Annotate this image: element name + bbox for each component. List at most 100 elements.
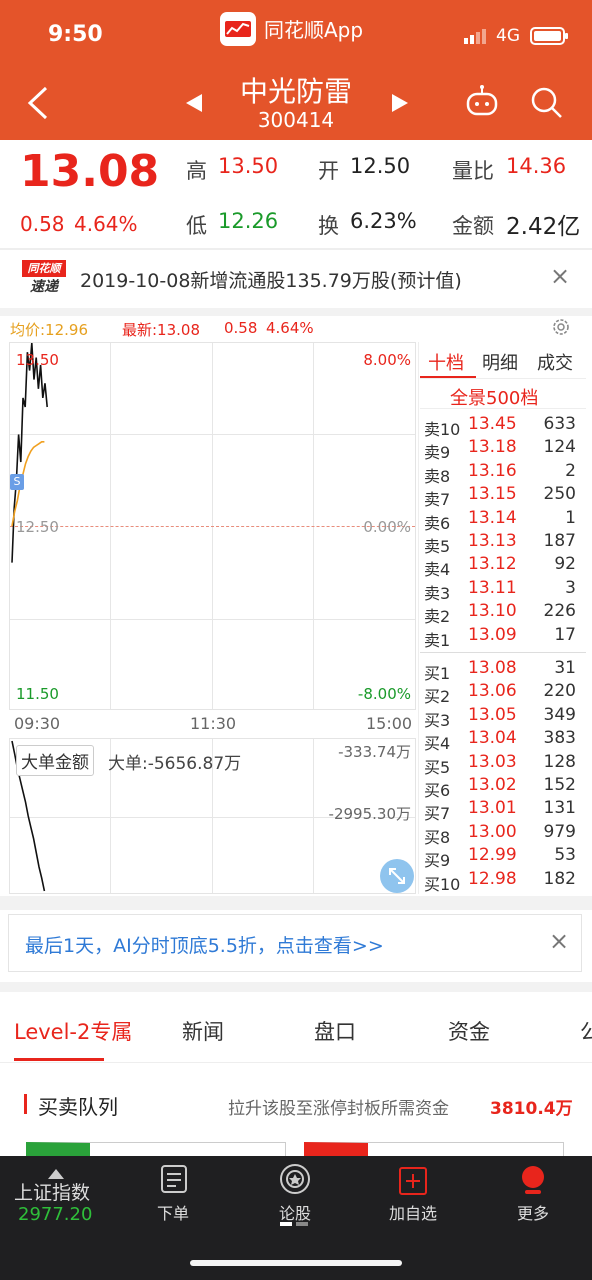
buy-level-volume: 182: [543, 868, 576, 889]
tab-underline: [14, 1058, 104, 1061]
news-flash-bar[interactable]: 同花顺 速递 2019-10-08新增流通股135.79万股(预计值) ×: [0, 250, 592, 308]
sell-level-row[interactable]: 卖5 13.13 187: [422, 531, 582, 556]
buy-level-row[interactable]: 买5 13.03 128: [422, 752, 582, 777]
sell-level-label: 卖5: [424, 537, 451, 556]
news-logo: 同花顺 速递: [22, 260, 66, 298]
buy-level-label: 买8: [424, 827, 451, 847]
more-label: 更多: [516, 1204, 549, 1223]
forum-icon: [278, 1162, 312, 1200]
buy-level-volume: 131: [543, 798, 576, 819]
price-line-chart: [11, 343, 48, 563]
battery-icon: [530, 27, 570, 49]
index-name[interactable]: 上证指数: [14, 1178, 90, 1205]
news-close-icon[interactable]: ×: [550, 262, 570, 290]
more-nav[interactable]: 更多: [474, 1156, 592, 1226]
sell-level-price: 13.13: [468, 531, 517, 551]
buy-level-row[interactable]: 买6 13.02 152: [422, 775, 582, 800]
divider: [0, 896, 592, 910]
app-logo-icon: [220, 12, 256, 46]
tab-handicap[interactable]: 盘口: [314, 1016, 356, 1046]
sell-level-row[interactable]: 卖1 13.09 17: [422, 624, 582, 650]
sell-level-volume: 1: [565, 507, 576, 528]
watchlist-nav[interactable]: 加自选: [354, 1156, 472, 1226]
amount-label: 金额: [452, 214, 494, 238]
tab-trades[interactable]: 成交: [537, 349, 573, 375]
queue-title: 买卖队列: [38, 1095, 118, 1119]
settings-icon[interactable]: [550, 316, 572, 342]
tab-ten-levels[interactable]: 十档: [428, 349, 464, 375]
x-label-open: 09:30: [14, 714, 61, 733]
sell-level-volume: 633: [543, 414, 576, 434]
order-nav[interactable]: 下单: [114, 1156, 232, 1226]
sell-level-label: 卖6: [424, 513, 451, 533]
big-order-chart[interactable]: 大单金额 大单:-5656.87万 -333.74万 -2995.30万: [9, 738, 416, 894]
volume-ratio-label: 量比: [452, 159, 494, 183]
sell-level-price: 13.09: [468, 624, 517, 645]
tab-news[interactable]: 新闻: [182, 1016, 224, 1046]
top-bar: 9:50 同花顺App 4G 中光防雷 300414: [0, 0, 592, 140]
queue-amount: 3810.4万: [490, 1099, 573, 1119]
buy-level-label: 买7: [424, 804, 451, 824]
buy-level-price: 13.08: [468, 658, 517, 678]
x-label-mid: 11:30: [190, 714, 237, 733]
sell-level-row[interactable]: 卖7 13.15 250: [422, 484, 582, 509]
sell-level-label: 卖3: [424, 583, 451, 603]
sell-level-volume: 250: [543, 484, 576, 505]
back-icon[interactable]: [24, 84, 52, 126]
buy-level-row[interactable]: 买1 13.08 31: [422, 658, 582, 683]
buy-level-row[interactable]: 买7 13.01 131: [422, 798, 582, 824]
robot-icon[interactable]: [464, 84, 500, 122]
big-order-amount-button[interactable]: 大单金额: [16, 745, 94, 776]
network-type: 4G: [496, 26, 520, 46]
search-icon[interactable]: [530, 86, 564, 124]
next-stock-icon[interactable]: [390, 92, 410, 118]
buy-level-label: 买6: [424, 781, 451, 800]
ai-promo-close-icon[interactable]: ×: [549, 927, 569, 955]
expand-icon[interactable]: [380, 859, 414, 893]
tab-details[interactable]: 明细: [482, 349, 518, 375]
tab-level2[interactable]: Level-2专属: [14, 1016, 132, 1046]
sell-level-row[interactable]: 卖2 13.10 226: [422, 601, 582, 626]
sell-level-row[interactable]: 卖4 13.12 92: [422, 554, 582, 580]
sell-level-row[interactable]: 卖10 13.45 633: [422, 414, 582, 439]
status-app-name: 同花顺App: [264, 18, 364, 42]
intraday-chart[interactable]: 13.50 12.50 11.50 8.00% 0.00% -8.00% S: [9, 342, 416, 710]
buy-level-row[interactable]: 买10 12.98 182: [422, 868, 582, 894]
buy-level-row[interactable]: 买3 13.05 349: [422, 704, 582, 730]
sell-level-row[interactable]: 卖8 13.16 2: [422, 460, 582, 486]
sell-level-label: 卖4: [424, 560, 451, 580]
sell-level-row[interactable]: 卖3 13.11 3: [422, 577, 582, 603]
y-bottom-label: 11.50: [16, 685, 59, 703]
full-500-button[interactable]: 全景500档: [450, 384, 538, 410]
buy-level-row[interactable]: 买9 12.99 53: [422, 845, 582, 871]
sell-level-row[interactable]: 卖9 13.18 124: [422, 437, 582, 463]
more-icon: [520, 1164, 546, 1200]
pct-top-label: 8.00%: [363, 351, 411, 369]
sell-level-price: 13.11: [468, 577, 517, 598]
forum-nav[interactable]: 论股: [236, 1156, 354, 1236]
sell-level-label: 卖9: [424, 443, 451, 463]
buy-level-row[interactable]: 买4 13.04 383: [422, 728, 582, 753]
buy-level-volume: 349: [543, 704, 576, 725]
order-label: 下单: [156, 1204, 189, 1223]
divider: [0, 308, 592, 316]
buy-level-label: 买9: [424, 851, 451, 871]
ai-promo-banner[interactable]: 最后1天，AI分时顶底5.5折，点击查看>> ×: [8, 914, 582, 972]
sell-level-price: 13.16: [468, 460, 517, 481]
buy-level-label: 买10: [424, 874, 461, 894]
tab-funds[interactable]: 资金: [448, 1016, 490, 1046]
amount-value: 2.42亿: [506, 214, 581, 240]
tab-announcement[interactable]: 公: [580, 1016, 592, 1046]
sell-level-row[interactable]: 卖6 13.14 1: [422, 507, 582, 533]
buy-level-row[interactable]: 买8 13.00 979: [422, 821, 582, 847]
sell-level-price: 13.18: [468, 437, 517, 458]
s-marker[interactable]: S: [10, 474, 24, 490]
buy-level-row[interactable]: 买2 13.06 220: [422, 681, 582, 706]
divider: [420, 408, 586, 409]
sell-level-volume: 226: [543, 601, 576, 622]
high-label: 高: [186, 159, 207, 183]
buy-level-price: 13.00: [468, 821, 517, 842]
buy-level-volume: 152: [543, 775, 576, 795]
divider: [420, 652, 586, 653]
price-change-pct: 4.64%: [74, 212, 138, 236]
